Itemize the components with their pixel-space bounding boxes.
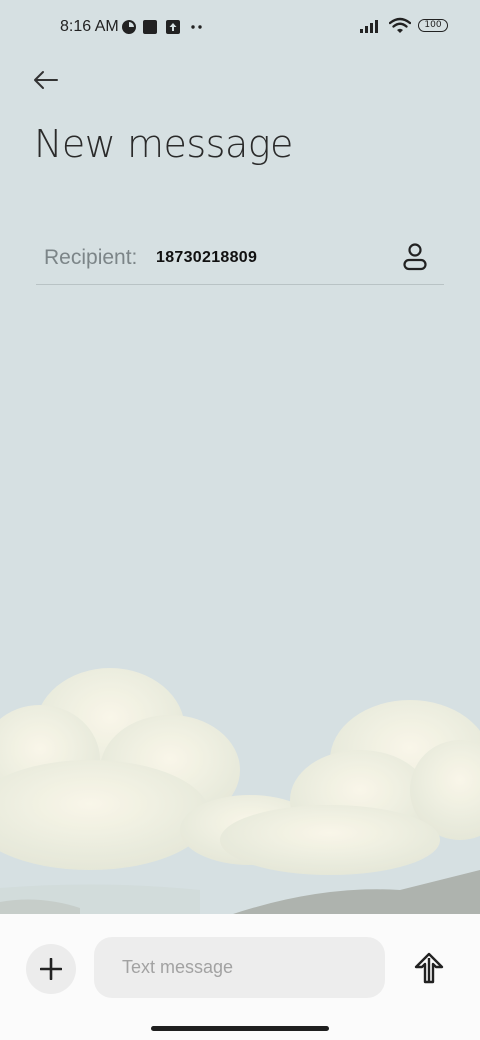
square-notification-icon [143,20,157,34]
status-bar: 8:16 AM 100 [0,0,480,56]
send-button[interactable] [408,946,450,990]
status-time: 8:16 AM [60,18,119,35]
signal-icon [360,19,378,33]
recipient-field[interactable]: Recipient: 18730218809 [36,232,444,285]
new-message-screen: 8:16 AM 100 New message Recipient: 18730… [0,0,480,1040]
arrow-left-icon [34,71,58,89]
back-button[interactable] [26,62,66,98]
message-input[interactable] [94,937,385,998]
composer-bar [0,914,480,1040]
more-dots-icon [191,25,202,29]
clouds-background [0,668,480,920]
add-attachment-button[interactable] [26,944,76,994]
person-icon [403,243,427,271]
pick-contact-button[interactable] [400,240,430,274]
recipient-label: Recipient: [44,246,138,269]
wifi-icon [389,17,411,33]
data-saver-icon [122,20,136,34]
upload-notification-icon [166,20,180,34]
recipient-value[interactable]: 18730218809 [156,249,257,267]
battery-icon: 100 [418,19,448,32]
page-title: New message [34,122,293,166]
send-arrow-up-icon [414,952,444,984]
home-indicator[interactable] [151,1026,329,1031]
plus-icon [40,958,62,980]
